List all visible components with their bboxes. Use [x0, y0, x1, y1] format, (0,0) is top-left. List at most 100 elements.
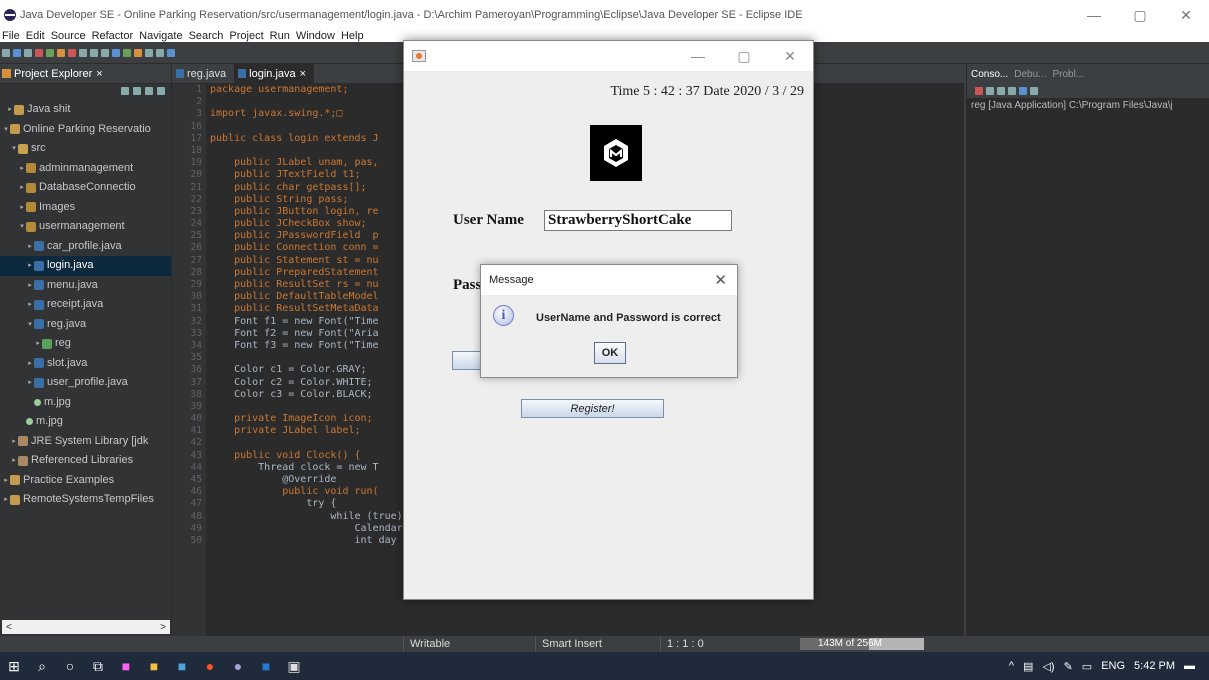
menu-refactor[interactable]: Refactor	[92, 30, 134, 42]
new-java-class-icon[interactable]	[145, 48, 153, 57]
save-all-icon[interactable]	[24, 48, 32, 57]
view-menu-icon[interactable]	[157, 87, 165, 95]
menu-run[interactable]: Run	[270, 30, 290, 42]
link-editor-icon[interactable]	[133, 87, 141, 95]
heap-status[interactable]: 143M of 256M	[800, 638, 924, 650]
menu-search[interactable]: Search	[189, 30, 224, 42]
username-field[interactable]: StrawberryShortCake	[544, 210, 732, 231]
run-icon[interactable]	[123, 48, 131, 57]
tree-item[interactable]: ▸ car_profile.java	[0, 237, 171, 257]
remove-launch-icon[interactable]	[986, 87, 994, 95]
java-app-icon[interactable]: ▣	[280, 652, 308, 680]
word-icon[interactable]: ■	[252, 652, 280, 680]
expand-toggle-icon[interactable]: ▸	[10, 451, 18, 471]
scroll-left-icon[interactable]: <	[6, 622, 12, 633]
expand-toggle-icon[interactable]: ▾	[10, 139, 18, 159]
maximize-button[interactable]: ▢	[1117, 0, 1163, 30]
collapse-all-icon[interactable]	[121, 87, 129, 95]
expand-toggle-icon[interactable]: ▸	[26, 354, 34, 374]
tree-item[interactable]: ▾ Online Parking Reservatio	[0, 120, 171, 140]
suspend-icon[interactable]	[57, 48, 65, 57]
notifications-icon[interactable]: ▬	[1184, 660, 1195, 672]
tree-item[interactable]: ▸ RemoteSystemsTempFiles	[0, 490, 171, 510]
expand-toggle-icon[interactable]: ▸	[10, 432, 18, 452]
search-icon[interactable]	[167, 48, 175, 57]
debug-icon[interactable]	[112, 48, 120, 57]
horizontal-scrollbar[interactable]: < >	[2, 620, 170, 634]
tray-chevron-icon[interactable]: ^	[1009, 660, 1014, 672]
menu-edit[interactable]: Edit	[26, 30, 45, 42]
tree-item[interactable]: ▸ Referenced Libraries	[0, 451, 171, 471]
filter-icon[interactable]	[145, 87, 153, 95]
network-icon[interactable]: ▤	[1023, 660, 1033, 673]
step-into-icon[interactable]	[79, 48, 87, 57]
tree-item[interactable]: ▸ user_profile.java	[0, 373, 171, 393]
scroll-right-icon[interactable]: >	[160, 622, 166, 633]
tree-item[interactable]: ▸ reg	[0, 334, 171, 354]
tree-item[interactable]: ▸ Images	[0, 198, 171, 218]
tree-item[interactable]: m.jpg	[0, 412, 171, 432]
tab-console[interactable]: Conso...	[971, 69, 1008, 80]
brave-browser-icon[interactable]: ●	[196, 652, 224, 680]
tree-item[interactable]: ▸ login.java	[0, 256, 171, 276]
store-icon[interactable]: ■	[168, 652, 196, 680]
tab-close-icon[interactable]: ×	[300, 64, 306, 84]
menu-help[interactable]: Help	[341, 30, 364, 42]
tree-item[interactable]: ▸ DatabaseConnectio	[0, 178, 171, 198]
tree-item[interactable]: m.jpg	[0, 393, 171, 413]
close-button[interactable]: ✕	[1163, 0, 1209, 30]
pen-icon[interactable]: ✎	[1064, 660, 1073, 673]
expand-toggle-icon[interactable]: ▸	[2, 490, 10, 510]
task-view-icon[interactable]: ⧉	[84, 652, 112, 680]
minimize-button[interactable]: —	[1071, 0, 1117, 30]
tree-item[interactable]: ▾ reg.java	[0, 315, 171, 335]
tree-item[interactable]: ▸ menu.java	[0, 276, 171, 296]
tab-problems[interactable]: Probl...	[1053, 69, 1085, 80]
expand-toggle-icon[interactable]: ▾	[18, 217, 26, 237]
tree-item[interactable]: ▸ slot.java	[0, 354, 171, 374]
eclipse-taskbar-icon[interactable]: ●	[224, 652, 252, 680]
expand-toggle-icon[interactable]: ▸	[2, 471, 10, 491]
tab-reg-java[interactable]: reg.java	[172, 64, 234, 84]
expand-toggle-icon[interactable]: ▸	[26, 237, 34, 257]
expand-toggle-icon[interactable]: ▸	[34, 334, 42, 354]
expand-toggle-icon[interactable]: ▾	[26, 315, 34, 335]
terminate-icon[interactable]	[68, 48, 76, 57]
tree-item[interactable]: ▾ usermanagement	[0, 217, 171, 237]
step-return-icon[interactable]	[101, 48, 109, 57]
tree-item[interactable]: ▸ Java shit	[0, 100, 171, 120]
clear-console-icon[interactable]	[997, 87, 1005, 95]
new-icon[interactable]	[2, 48, 10, 57]
open-type-icon[interactable]	[156, 48, 164, 57]
login-close-button[interactable]: ✕	[767, 41, 813, 71]
menu-project[interactable]: Project	[229, 30, 263, 42]
search-icon[interactable]: ⌕	[28, 652, 56, 680]
register-button[interactable]: Register!	[521, 399, 664, 418]
project-explorer-tab[interactable]: Project Explorer ×	[0, 64, 171, 84]
expand-toggle-icon[interactable]: ▸	[26, 295, 34, 315]
tree-item[interactable]: ▸ JRE System Library [jdk	[0, 432, 171, 452]
expand-toggle-icon[interactable]: ▸	[26, 256, 34, 276]
menu-source[interactable]: Source	[51, 30, 86, 42]
volume-icon[interactable]: ◁)	[1042, 660, 1054, 673]
tab-login-java[interactable]: login.java ×	[234, 63, 315, 84]
terminate-icon[interactable]	[975, 87, 983, 95]
cortana-icon[interactable]: ○	[56, 652, 84, 680]
expand-toggle-icon[interactable]: ▸	[26, 276, 34, 296]
external-tools-icon[interactable]	[134, 48, 142, 57]
dialog-close-button[interactable]: ✕	[714, 271, 727, 289]
tray-language[interactable]: ENG	[1101, 660, 1125, 672]
expand-toggle-icon[interactable]: ▾	[2, 120, 10, 140]
save-icon[interactable]	[13, 48, 21, 57]
expand-toggle-icon[interactable]: ▸	[18, 159, 26, 179]
menu-file[interactable]: File	[2, 30, 20, 42]
ok-button[interactable]: OK	[594, 342, 626, 364]
tree-item[interactable]: ▾ src	[0, 139, 171, 159]
menu-window[interactable]: Window	[296, 30, 335, 42]
expand-toggle-icon[interactable]: ▸	[26, 373, 34, 393]
project-explorer-close-icon[interactable]: ×	[96, 68, 102, 80]
menu-navigate[interactable]: Navigate	[139, 30, 182, 42]
tab-debug[interactable]: Debu...	[1014, 69, 1046, 80]
skip-breakpoints-icon[interactable]	[35, 48, 43, 57]
tree-item[interactable]: ▸ Practice Examples	[0, 471, 171, 491]
